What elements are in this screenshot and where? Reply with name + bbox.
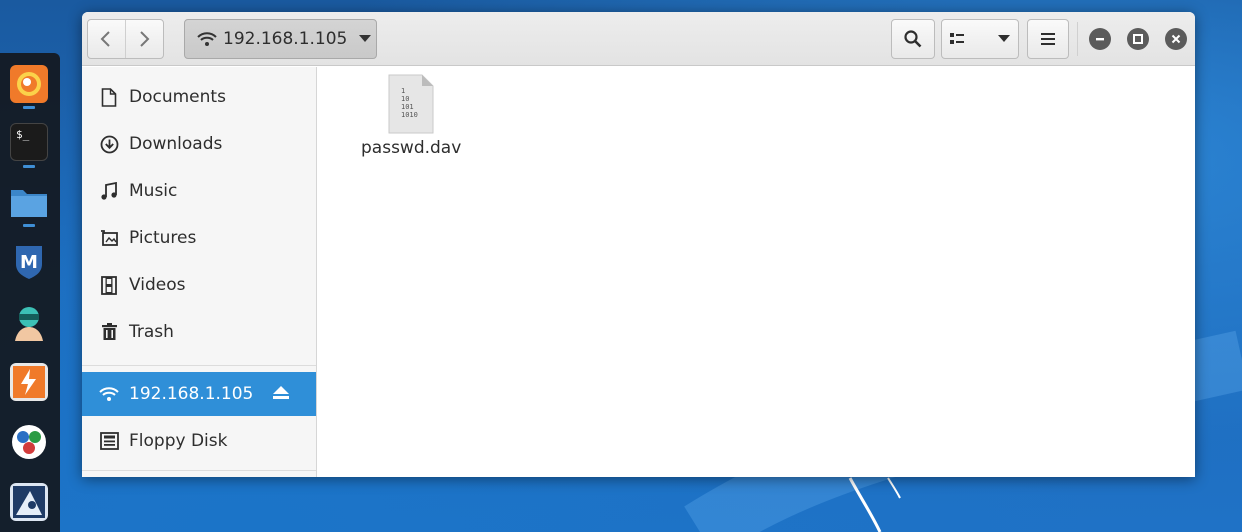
sidebar-item-downloads[interactable]: Downloads: [82, 122, 316, 166]
sidebar-divider: [82, 365, 316, 366]
sidebar-item-label: Floppy Disk: [129, 431, 228, 451]
dock: $_ M: [0, 53, 60, 532]
dock-running-indicator: [23, 224, 35, 227]
file-item[interactable]: 1 10 101 1010 passwd.dav: [361, 73, 461, 158]
burpsuite-icon[interactable]: [10, 363, 48, 401]
search-icon: [904, 30, 922, 48]
back-button[interactable]: [88, 20, 126, 58]
sidebar-item-documents[interactable]: Documents: [82, 75, 316, 119]
file-icon-text: 10: [401, 95, 409, 103]
sidebar-item-floppy-disk[interactable]: Floppy Disk: [82, 419, 316, 463]
sidebar-divider: [82, 470, 316, 471]
sidebar: Documents Downloads Music Pictures Video…: [82, 67, 317, 477]
files-icon[interactable]: [10, 183, 48, 221]
dock-running-indicator: [23, 106, 35, 109]
sidebar-item-trash[interactable]: Trash: [82, 310, 316, 354]
sidebar-item-pictures[interactable]: Pictures: [82, 216, 316, 260]
kali-tool-icon[interactable]: [10, 483, 48, 521]
download-icon: [99, 134, 119, 154]
minimize-button[interactable]: [1089, 28, 1111, 50]
sidebar-item-label: Pictures: [129, 228, 197, 248]
location-label: 192.168.1.105: [223, 29, 348, 49]
search-button[interactable]: [891, 19, 935, 59]
sidebar-item-label: Downloads: [129, 134, 223, 154]
chevron-right-icon: [140, 31, 150, 47]
close-button[interactable]: [1165, 28, 1187, 50]
file-view: 1 10 101 1010 passwd.dav: [317, 67, 1195, 477]
menu-button[interactable]: [1027, 19, 1069, 59]
file-name: passwd.dav: [361, 138, 462, 158]
metasploit-icon[interactable]: M: [10, 243, 48, 281]
app-circle-icon[interactable]: [10, 423, 48, 461]
maximize-button[interactable]: [1127, 28, 1149, 50]
terminal-icon[interactable]: $_: [10, 123, 48, 161]
film-icon: [99, 275, 119, 295]
firefox-icon[interactable]: [10, 65, 48, 103]
file-icon-text: 1010: [401, 111, 418, 119]
triangle-down-icon: [359, 35, 372, 42]
file-icon-text: 101: [401, 103, 414, 111]
eject-icon[interactable]: [272, 384, 290, 402]
document-icon: [99, 87, 119, 107]
sidebar-item-videos[interactable]: Videos: [82, 263, 316, 307]
picture-icon: [99, 228, 119, 248]
sidebar-item-network-192-168-1-105[interactable]: 192.168.1.105: [82, 372, 316, 416]
sidebar-item-label: Trash: [129, 322, 174, 342]
dock-running-indicator: [23, 165, 35, 168]
hamburger-icon: [1041, 33, 1055, 45]
list-view-icon: [950, 33, 964, 44]
forward-button[interactable]: [126, 20, 164, 58]
chevron-left-icon: [100, 31, 110, 47]
armitage-icon[interactable]: [10, 303, 48, 341]
minimize-icon: [1096, 38, 1104, 41]
sidebar-item-label: 192.168.1.105: [129, 384, 254, 404]
sidebar-item-music[interactable]: Music: [82, 169, 316, 213]
binary-file-icon: 1 10 101 1010: [388, 74, 434, 134]
headerbar-separator: [1077, 22, 1078, 56]
view-options-button[interactable]: [941, 19, 1019, 59]
location-button[interactable]: 192.168.1.105: [184, 19, 377, 59]
maximize-icon: [1133, 34, 1143, 44]
network-wifi-icon: [197, 32, 217, 46]
trash-icon: [99, 322, 119, 342]
headerbar: 192.168.1.105: [82, 12, 1195, 66]
sidebar-item-label: Music: [129, 181, 178, 201]
file-manager-window: 192.168.1.105 Documents Downloads Music …: [82, 12, 1195, 477]
sidebar-item-label: Videos: [129, 275, 186, 295]
svg-text:M: M: [20, 252, 38, 273]
close-icon: [1171, 34, 1181, 44]
floppy-disk-icon: [99, 431, 119, 451]
music-icon: [99, 181, 119, 201]
network-wifi-icon: [99, 384, 119, 404]
navigation-button-group: [87, 19, 164, 59]
triangle-down-icon: [998, 35, 1010, 42]
sidebar-item-label: Documents: [129, 87, 226, 107]
file-icon-text: 1: [401, 87, 405, 95]
